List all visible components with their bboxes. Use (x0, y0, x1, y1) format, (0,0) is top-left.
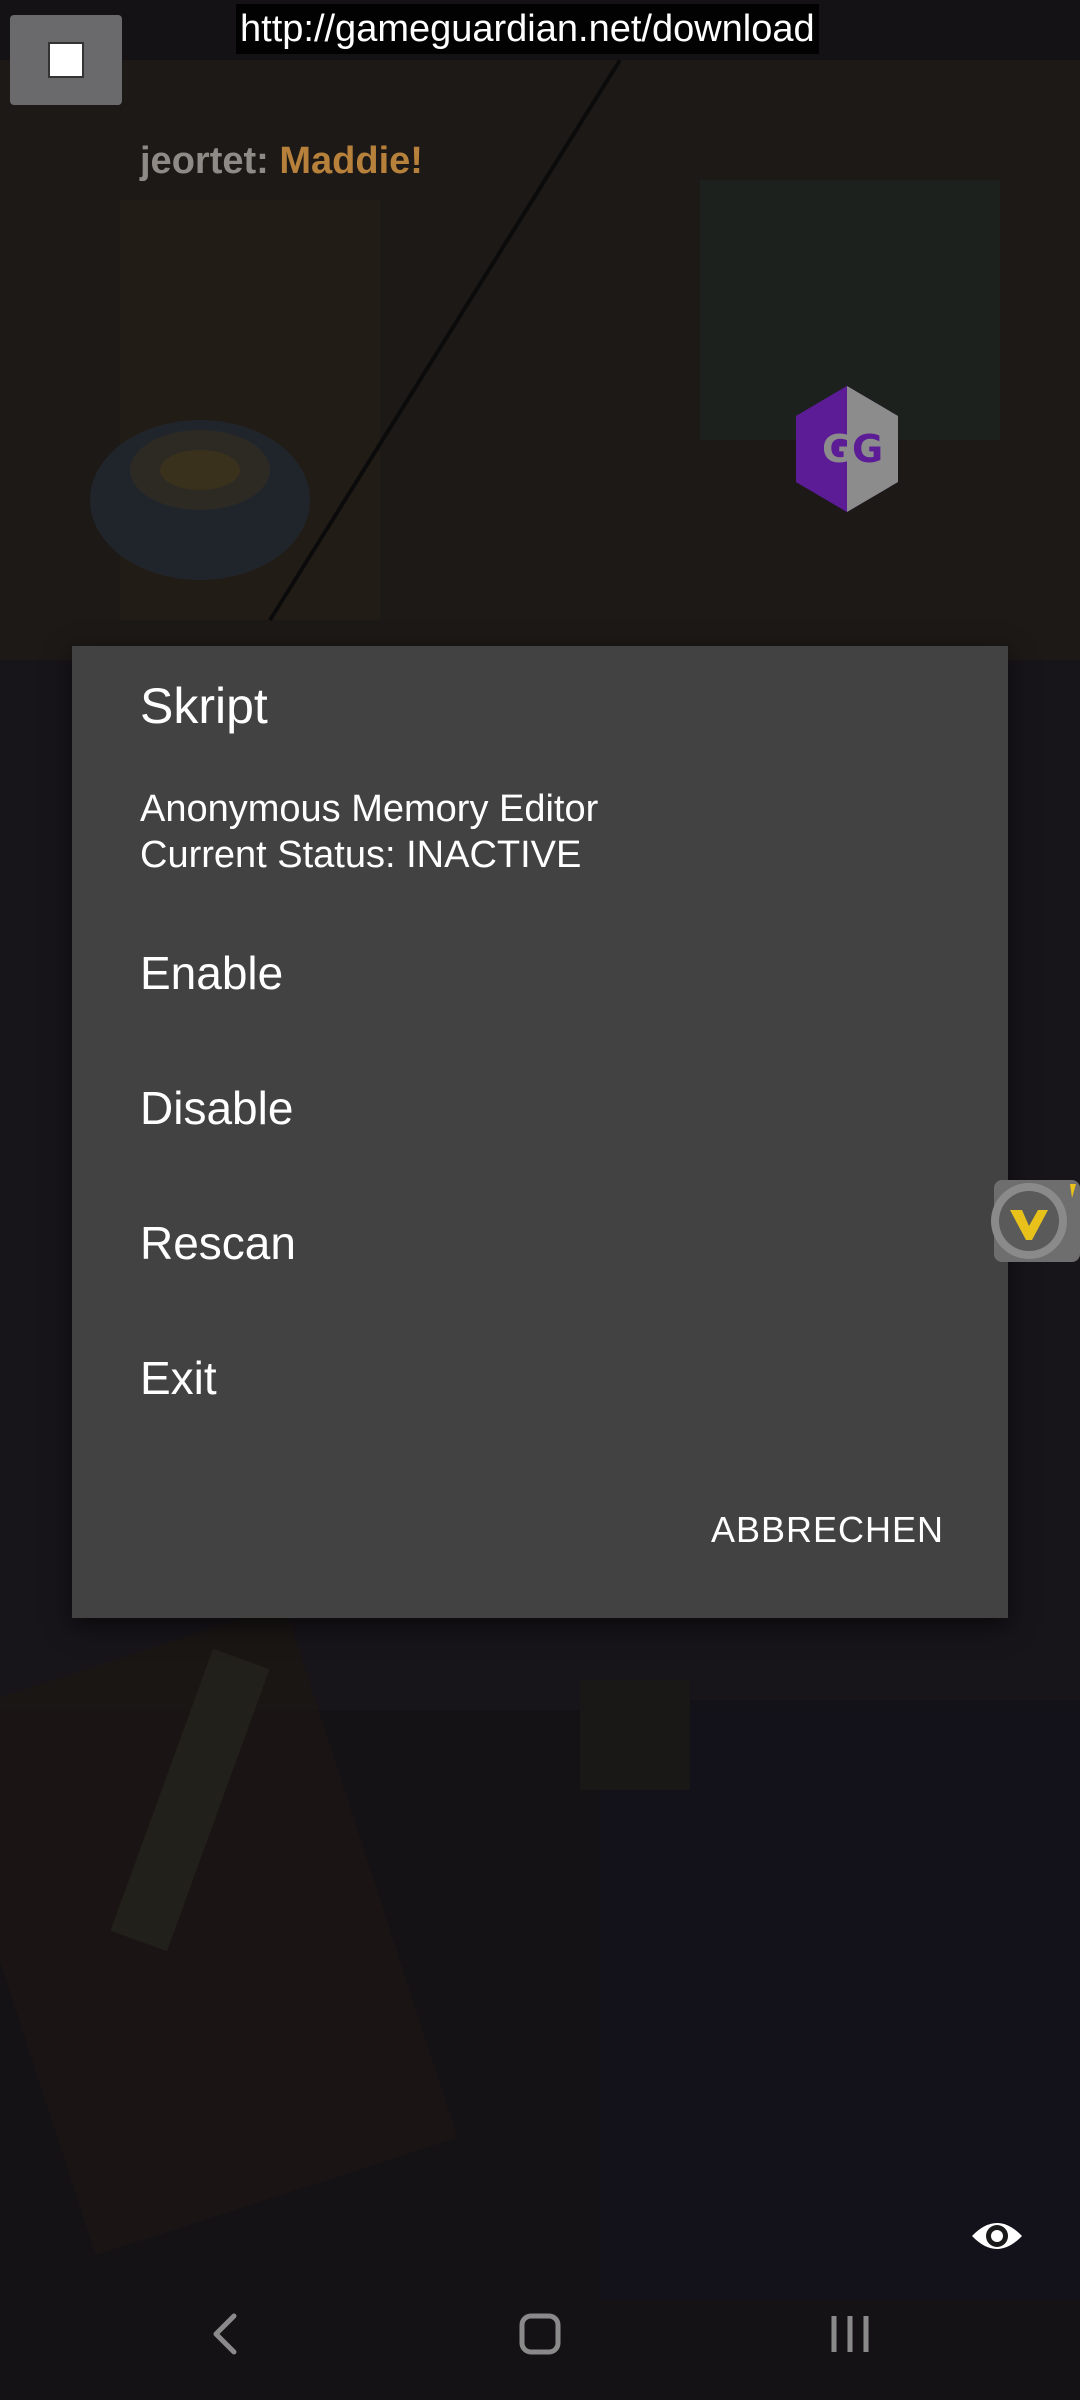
dialog-title: Skript (140, 678, 268, 734)
menu-item-rescan[interactable]: Rescan (72, 1176, 1008, 1310)
menu-item-enable[interactable]: Enable (72, 906, 1008, 1040)
screen: http://gameguardian.net/download jeortet… (0, 0, 1080, 2400)
chat-name: Maddie! (279, 140, 423, 182)
eye-icon[interactable] (970, 2216, 1024, 2256)
menu-item-label: Disable (140, 1082, 294, 1134)
recents-button[interactable] (790, 2292, 910, 2376)
back-icon (213, 2313, 237, 2355)
dialog-message: Anonymous Memory Editor Current Status: … (140, 786, 598, 878)
svg-text:G: G (822, 427, 853, 471)
menu-item-label: Exit (140, 1352, 217, 1404)
home-icon (519, 2313, 561, 2355)
stop-script-button[interactable] (10, 15, 122, 105)
menu-item-label: Rescan (140, 1217, 296, 1269)
stop-square-icon (48, 42, 84, 78)
home-button[interactable] (480, 2292, 600, 2376)
menu-item-disable[interactable]: Disable (72, 1041, 1008, 1175)
gameguardian-logo-icon[interactable]: G G (792, 384, 902, 514)
dialog-message-line: Anonymous Memory Editor (140, 788, 599, 830)
navigation-bar (0, 2268, 1080, 2400)
chat-prefix: jeortet: (140, 140, 280, 182)
v-floating-icon[interactable] (986, 1178, 1080, 1264)
cancel-button[interactable]: ABBRECHEN (711, 1482, 944, 1578)
recents-icon (831, 2316, 869, 2352)
menu-item-label: Enable (140, 947, 284, 999)
menu-item-exit[interactable]: Exit (72, 1311, 1008, 1445)
svg-text:G: G (852, 427, 883, 471)
back-button[interactable] (166, 2292, 286, 2376)
dialog-message-line: Current Status: INACTIVE (140, 834, 582, 876)
download-url-text: http://gameguardian.net/download (236, 4, 819, 54)
game-chat-line: jeortet: Maddie! (140, 130, 660, 192)
script-dialog: Skript Anonymous Memory Editor Current S… (72, 646, 1008, 1618)
